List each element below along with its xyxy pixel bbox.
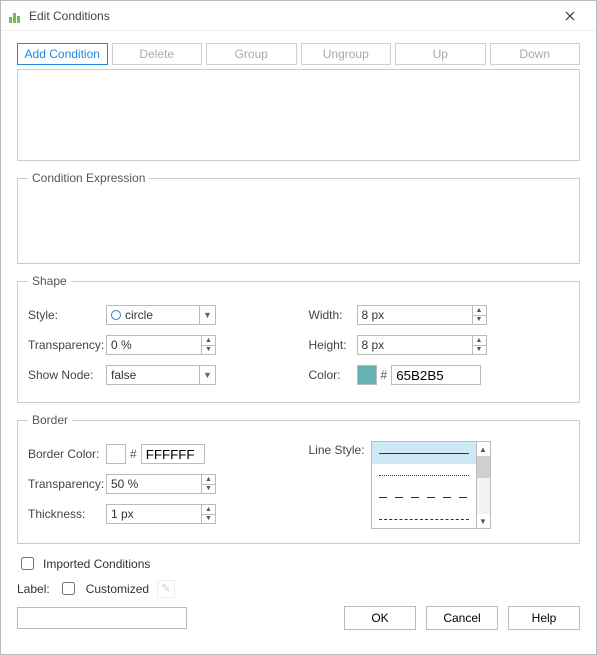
border-transparency-label: Transparency: (28, 477, 106, 491)
ungroup-button: Ungroup (301, 43, 392, 65)
spinner-down-icon[interactable]: ▼ (473, 346, 486, 355)
border-color-hex-input[interactable] (141, 444, 205, 464)
label-text: Label: (17, 582, 50, 596)
ok-button[interactable]: OK (344, 606, 416, 630)
dialog-body: Add Condition Delete Group Ungroup Up Do… (1, 31, 596, 654)
spinner-up-icon[interactable]: ▲ (202, 475, 215, 485)
line-style-scrollbar[interactable]: ▲ ▼ (476, 442, 490, 528)
line-style-solid[interactable] (372, 442, 476, 464)
color-hex-input[interactable] (391, 365, 481, 385)
scroll-up-icon[interactable]: ▲ (477, 442, 490, 456)
width-label: Width: (309, 308, 357, 322)
border-transparency-spinner[interactable]: 50 % ▲▼ (106, 474, 216, 494)
hash-symbol: # (381, 368, 388, 382)
hash-symbol: # (130, 447, 137, 461)
show-node-combo[interactable]: false ▼ (106, 365, 216, 385)
label-row: Label: Customized ✎ (17, 579, 580, 598)
spinner-up-icon[interactable]: ▲ (202, 336, 215, 346)
help-button[interactable]: Help (508, 606, 580, 630)
style-label: Style: (28, 308, 106, 322)
spinner-up-icon[interactable]: ▲ (473, 336, 486, 346)
color-swatch[interactable] (357, 365, 377, 385)
circle-icon (111, 310, 121, 320)
cancel-button[interactable]: Cancel (426, 606, 498, 630)
toolbar: Add Condition Delete Group Ungroup Up Do… (17, 43, 580, 65)
label-input[interactable] (17, 607, 187, 629)
condition-expression-legend: Condition Expression (28, 171, 149, 185)
shape-transparency-value: 0 % (111, 338, 132, 352)
add-condition-button[interactable]: Add Condition (17, 43, 108, 65)
imported-conditions-checkbox[interactable] (21, 557, 34, 570)
shape-transparency-label: Transparency: (28, 338, 106, 352)
thickness-spinner[interactable]: 1 px ▲▼ (106, 504, 216, 524)
shape-transparency-spinner[interactable]: 0 % ▲▼ (106, 335, 216, 355)
pencil-icon: ✎ (157, 580, 175, 598)
titlebar: Edit Conditions (1, 1, 596, 31)
line-style-dotted[interactable] (372, 464, 476, 486)
scroll-down-icon[interactable]: ▼ (477, 514, 490, 528)
style-combo[interactable]: circle ▼ (106, 305, 216, 325)
border-group: Border Border Color: # Transparency: (17, 413, 580, 544)
thickness-value: 1 px (111, 507, 134, 521)
chevron-down-icon: ▼ (199, 306, 215, 324)
height-value: 8 px (362, 338, 385, 352)
spinner-up-icon[interactable]: ▲ (473, 306, 486, 316)
down-button: Down (490, 43, 581, 65)
spinner-down-icon[interactable]: ▼ (202, 515, 215, 524)
thickness-label: Thickness: (28, 507, 106, 521)
conditions-list[interactable] (17, 69, 580, 161)
close-button[interactable] (552, 3, 588, 29)
style-value: circle (125, 308, 153, 322)
group-button: Group (206, 43, 297, 65)
line-style-label: Line Style: (309, 441, 371, 457)
border-color-label: Border Color: (28, 447, 106, 461)
window-title: Edit Conditions (29, 9, 552, 23)
line-style-dashed-2[interactable] (372, 508, 476, 528)
condition-expression-area[interactable] (28, 195, 569, 253)
customized-label: Customized (86, 582, 149, 596)
shape-legend: Shape (28, 274, 71, 288)
up-button: Up (395, 43, 486, 65)
shape-group: Shape Style: circle ▼ Transparency: (17, 274, 580, 403)
border-color-swatch[interactable] (106, 444, 126, 464)
imported-conditions-label: Imported Conditions (43, 557, 150, 571)
chevron-down-icon: ▼ (199, 366, 215, 384)
app-icon (9, 9, 23, 23)
border-transparency-value: 50 % (111, 477, 138, 491)
edit-conditions-dialog: Edit Conditions Add Condition Delete Gro… (0, 0, 597, 655)
height-label: Height: (309, 338, 357, 352)
close-icon (565, 11, 575, 21)
line-style-list[interactable]: ▲ ▼ (371, 441, 491, 529)
width-value: 8 px (362, 308, 385, 322)
show-node-label: Show Node: (28, 368, 106, 382)
spinner-down-icon[interactable]: ▼ (473, 316, 486, 325)
height-spinner[interactable]: 8 px ▲▼ (357, 335, 487, 355)
spinner-up-icon[interactable]: ▲ (202, 505, 215, 515)
spinner-down-icon[interactable]: ▼ (202, 485, 215, 494)
border-legend: Border (28, 413, 72, 427)
show-node-value: false (111, 368, 136, 382)
width-spinner[interactable]: 8 px ▲▼ (357, 305, 487, 325)
condition-expression-group: Condition Expression (17, 171, 580, 264)
delete-button: Delete (112, 43, 203, 65)
spinner-down-icon[interactable]: ▼ (202, 346, 215, 355)
line-style-dashed[interactable] (372, 486, 476, 508)
color-label: Color: (309, 368, 357, 382)
customized-checkbox[interactable] (62, 582, 75, 595)
imported-conditions-row: Imported Conditions (17, 554, 580, 573)
footer: OK Cancel Help (17, 598, 580, 630)
